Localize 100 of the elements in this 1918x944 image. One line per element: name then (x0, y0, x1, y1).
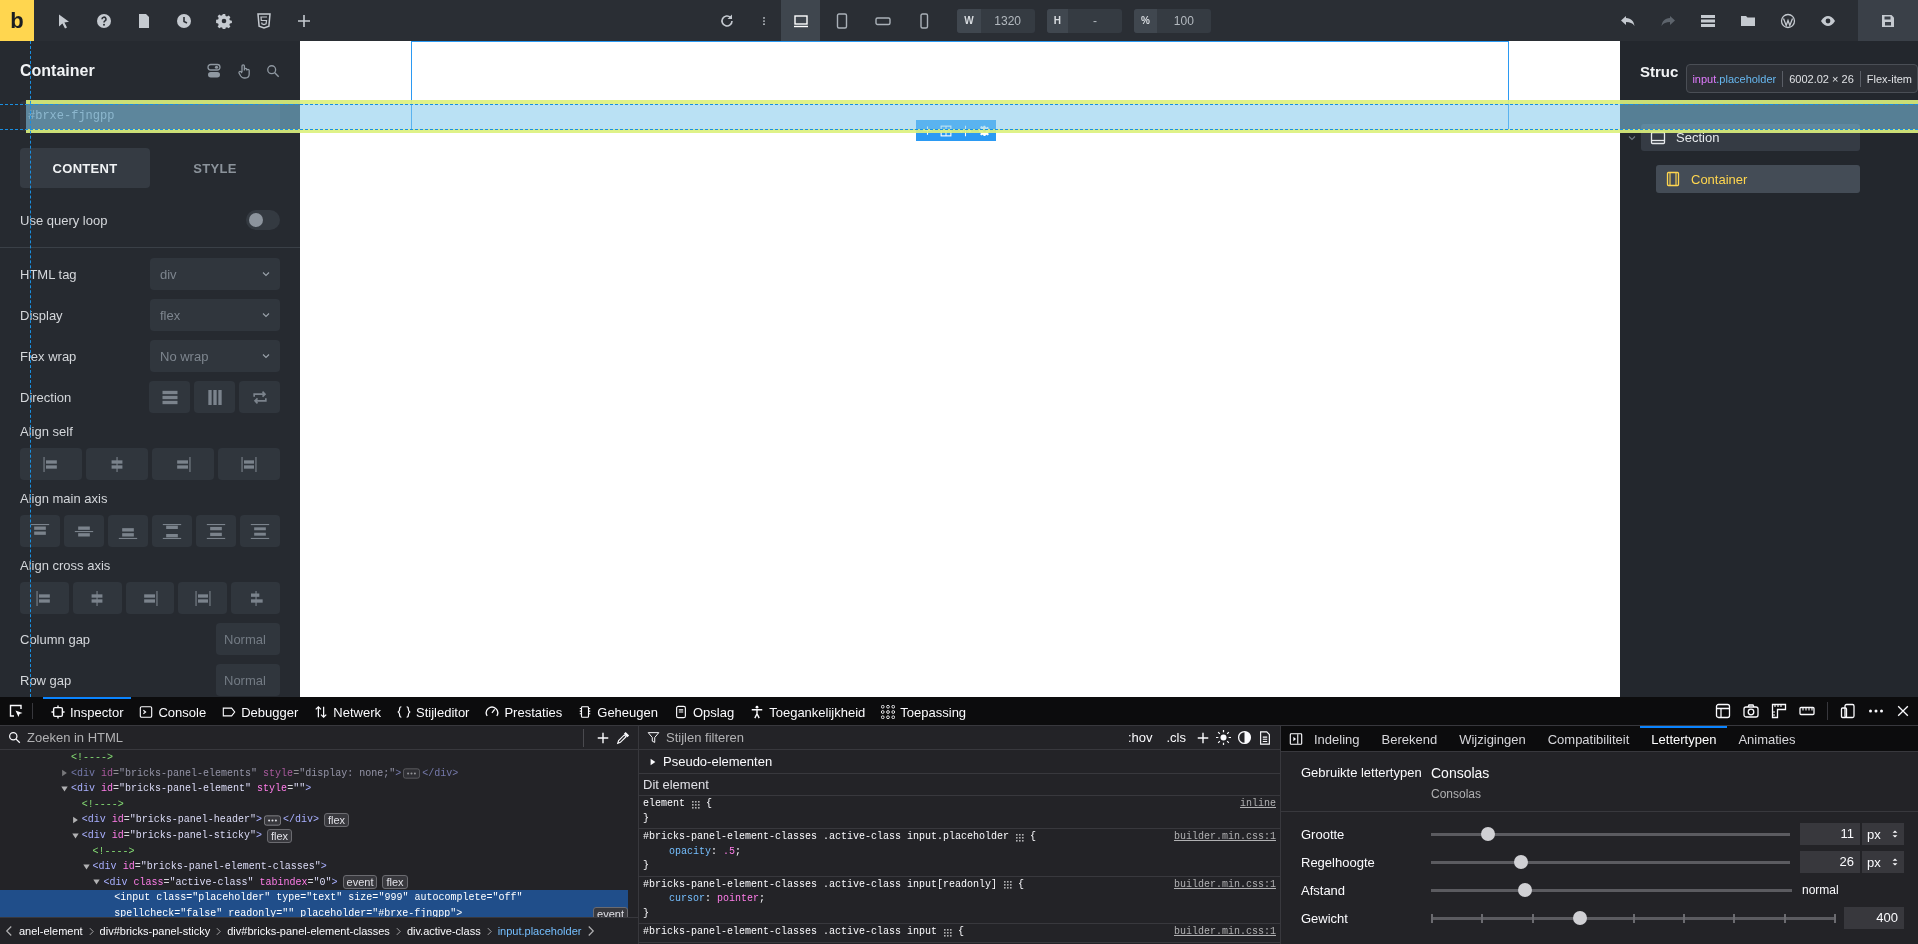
hand-icon[interactable] (236, 63, 252, 79)
option-button[interactable] (152, 448, 214, 480)
markup-badge[interactable]: flex (323, 812, 350, 827)
option-button[interactable] (108, 515, 148, 547)
markup-badge[interactable]: event (593, 906, 628, 917)
markup-row[interactable]: <div class="active-class" tabindex="0"> event flex (0, 874, 628, 891)
markup-row[interactable]: <!----> (0, 750, 628, 766)
number-input[interactable]: 400 (1844, 907, 1904, 929)
twisty-down-icon[interactable] (60, 784, 69, 793)
grid-icon[interactable] (691, 799, 700, 809)
option-button[interactable] (20, 515, 60, 547)
breadcrumb[interactable]: div.active-class (406, 925, 481, 937)
toggle-button[interactable]: :hov (1123, 730, 1157, 745)
grid-icon[interactable] (1003, 880, 1013, 890)
toggle-switch[interactable] (246, 210, 280, 230)
panel-tab[interactable]: CONTENT (20, 148, 150, 188)
help-icon[interactable] (96, 12, 112, 29)
cursor-icon[interactable] (56, 12, 72, 29)
text-input[interactable]: Normal (216, 664, 280, 696)
toggle-icon[interactable] (206, 63, 222, 79)
sidebar-toggle-icon[interactable] (1289, 731, 1303, 746)
plus-icon[interactable] (296, 12, 312, 29)
save-button[interactable] (1858, 0, 1918, 41)
refresh-icon[interactable] (719, 12, 736, 29)
option-button[interactable] (194, 381, 235, 413)
sun-icon[interactable] (1216, 730, 1231, 745)
css-source-link[interactable]: builder.min.css:1 (1173, 830, 1276, 845)
number-input[interactable]: 26 (1800, 851, 1860, 873)
markup-badge[interactable]: flex (382, 875, 408, 890)
option-button[interactable] (20, 448, 82, 480)
option-button[interactable] (239, 381, 280, 413)
layout-icon[interactable] (1715, 703, 1731, 719)
breadcrumb[interactable]: anel-element (19, 925, 83, 937)
circle-logo-icon[interactable] (1780, 12, 1796, 29)
twisty-right-icon[interactable] (649, 757, 657, 766)
devtools-tab[interactable]: Inspector (43, 697, 132, 726)
settings-icon[interactable] (216, 12, 232, 29)
eyedropper-icon[interactable] (616, 730, 630, 745)
stack-icon[interactable] (1700, 12, 1716, 29)
unit-select[interactable]: px (1862, 823, 1904, 845)
sidebar-tab[interactable]: Berekend (1370, 726, 1449, 751)
search-input[interactable]: Zoeken in HTML (27, 730, 571, 745)
structure-item[interactable]: Section (1641, 124, 1860, 151)
unit-select[interactable]: px (1862, 851, 1904, 873)
grid-icon[interactable] (1015, 832, 1025, 842)
option-button[interactable] (86, 448, 148, 480)
option-button[interactable] (64, 515, 104, 547)
css-source-link[interactable]: builder.min.css:1 (1173, 925, 1276, 940)
markup-row[interactable]: <div id="bricks-panel-element-classes"> (0, 859, 628, 875)
devtools-tab[interactable]: Console (131, 697, 215, 726)
option-button[interactable] (218, 448, 280, 480)
markup-row[interactable]: <div id="bricks-panel-header"> </div> flex (0, 812, 628, 828)
option-button[interactable] (72, 582, 122, 614)
breadcrumb[interactable]: input.placeholder (497, 925, 582, 937)
slider-thumb[interactable] (1517, 882, 1532, 897)
markup-badge[interactable]: flex (266, 828, 293, 843)
responsive-icon[interactable] (1840, 703, 1856, 719)
shield-icon[interactable] (256, 12, 272, 29)
clock-icon[interactable] (176, 12, 192, 29)
option-button[interactable] (152, 515, 192, 547)
twisty-down-icon[interactable] (81, 862, 91, 871)
collapsed-content-icon[interactable] (263, 814, 281, 826)
devtools-tab[interactable]: Toepassing (873, 697, 975, 726)
sidebar-tab[interactable]: Lettertypen (1640, 726, 1728, 751)
document-icon[interactable] (1258, 730, 1272, 745)
sidebar-tab[interactable]: Animaties (1727, 726, 1807, 751)
devtools-tab[interactable]: Opslag (666, 697, 743, 726)
devtools-tab[interactable]: Toegankelijkheid (742, 697, 874, 726)
devtools-tab[interactable]: Debugger (214, 697, 307, 726)
breadcrumb[interactable]: div#bricks-panel-element-classes (227, 925, 390, 937)
sidebar-tab[interactable]: Indeling (1303, 726, 1371, 751)
ruler-icon[interactable] (1771, 703, 1787, 719)
structure-item[interactable]: Container (1656, 165, 1860, 193)
css-source-link[interactable]: inline (1240, 797, 1276, 812)
sidebar-tab[interactable]: Compatibiliteit (1536, 726, 1641, 751)
sidebar-tab[interactable]: Wijzigingen (1448, 726, 1537, 751)
picker-icon[interactable] (8, 703, 33, 719)
close-icon[interactable] (1896, 704, 1910, 718)
resize-icon[interactable] (959, 124, 972, 137)
option-button[interactable] (178, 582, 228, 614)
field-value[interactable]: 100 (1156, 13, 1211, 28)
markup-row[interactable]: <!----> (0, 843, 628, 860)
devtools-tab[interactable]: Netwerk (306, 697, 389, 726)
css-source-link[interactable]: builder.min.css:1 (1173, 877, 1276, 892)
markup-row[interactable]: <div id="bricks-panel-elements" style="display: none;"> </div> (0, 765, 628, 782)
breadcrumb[interactable]: div#bricks-panel-sticky (99, 925, 211, 937)
filter-input[interactable]: Stijlen filteren (666, 730, 1118, 745)
section-toggle[interactable]: Pseudo-elementen (663, 754, 773, 769)
markup-row[interactable]: <div id="bricks-panel-sticky"> flex (0, 827, 628, 844)
columns-icon[interactable] (940, 124, 952, 137)
slider-thumb[interactable] (1513, 854, 1528, 869)
slider-thumb[interactable] (1573, 910, 1588, 925)
number-input[interactable]: 11 (1800, 823, 1860, 845)
markup-badge[interactable]: event (342, 875, 378, 890)
page-icon[interactable] (136, 12, 152, 29)
option-button[interactable] (149, 381, 190, 413)
field-value[interactable]: 1320 (980, 13, 1035, 28)
twisty-down-icon[interactable] (92, 878, 102, 887)
css-declaration[interactable]: cursor: pointer; (643, 892, 1276, 907)
contrast-icon[interactable] (1237, 730, 1252, 745)
